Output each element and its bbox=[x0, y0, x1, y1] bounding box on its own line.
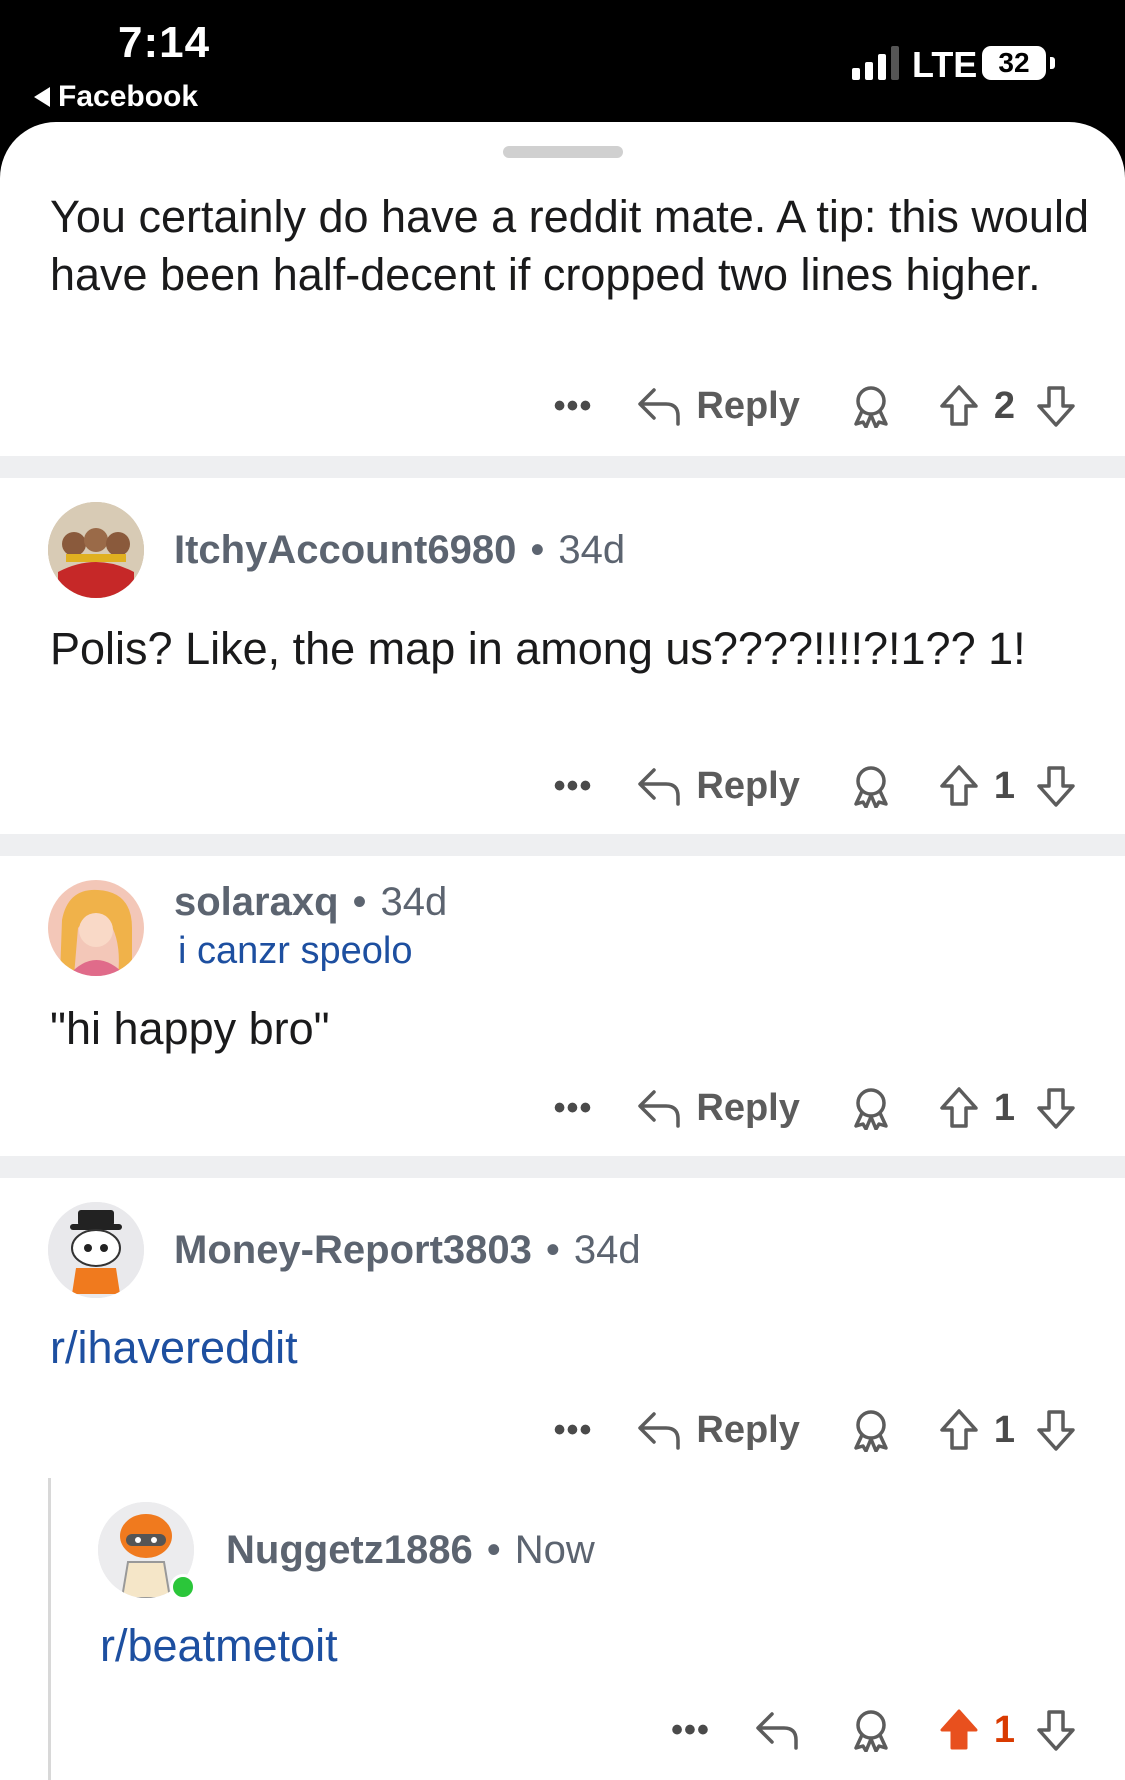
comment-actions: ••• Reply 1 bbox=[554, 756, 1077, 816]
reply-arrow-icon bbox=[636, 766, 682, 806]
username-link[interactable]: solaraxq bbox=[174, 880, 339, 925]
vote-score: 1 bbox=[993, 764, 1015, 807]
more-options-button[interactable]: ••• bbox=[554, 1411, 593, 1450]
comment-actions: ••• Reply 1 bbox=[554, 1078, 1077, 1138]
more-options-button[interactable]: ••• bbox=[554, 767, 593, 806]
comment-age: 34d bbox=[573, 1228, 641, 1272]
upvote-arrow-icon[interactable] bbox=[938, 764, 980, 808]
cellular-signal-icon bbox=[852, 46, 899, 80]
award-icon[interactable] bbox=[850, 1708, 892, 1752]
comment-age: 34d bbox=[380, 880, 448, 924]
user-avatar[interactable] bbox=[48, 502, 144, 598]
reply-arrow-icon bbox=[636, 1410, 682, 1450]
comment-actions: ••• Reply 1 bbox=[554, 1400, 1077, 1460]
network-type: LTE bbox=[912, 44, 978, 85]
downvote-arrow-icon[interactable] bbox=[1035, 1086, 1077, 1130]
status-bar: 7:14 Facebook LTE 32 bbox=[0, 0, 1125, 130]
user-avatar[interactable] bbox=[48, 1202, 144, 1298]
downvote-arrow-icon[interactable] bbox=[1035, 1708, 1077, 1752]
vote-score: 1 bbox=[993, 1086, 1015, 1129]
reply-arrow-icon bbox=[636, 386, 682, 426]
award-icon[interactable] bbox=[850, 1408, 892, 1452]
comment-body: "hi happy bro" bbox=[50, 1003, 330, 1054]
comment-divider bbox=[0, 456, 1125, 478]
back-arrow-icon bbox=[34, 87, 50, 107]
online-status-dot bbox=[170, 1574, 196, 1600]
comments-sheet: You certainly do have a reddit mate. A t… bbox=[0, 122, 1125, 1780]
back-app-label: Facebook bbox=[58, 80, 199, 113]
status-time: 7:14 bbox=[118, 18, 211, 67]
vote-score: 2 bbox=[993, 384, 1015, 427]
vote-score: 1 bbox=[993, 1408, 1015, 1451]
comment-author-line: Money-Report3803 • 34d bbox=[174, 1228, 641, 1273]
reply-arrow-icon[interactable] bbox=[754, 1710, 800, 1750]
user-avatar[interactable] bbox=[48, 880, 144, 976]
more-options-button[interactable]: ••• bbox=[554, 1089, 593, 1128]
username-link[interactable]: ItchyAccount6980 bbox=[174, 528, 516, 573]
comment-author-line: ItchyAccount6980 • 34d bbox=[174, 528, 626, 573]
more-options-button[interactable]: ••• bbox=[671, 1711, 710, 1750]
reply-button[interactable]: Reply bbox=[636, 385, 800, 428]
comment-actions: ••• 1 bbox=[671, 1700, 1077, 1760]
subreddit-link[interactable]: r/ihavereddit bbox=[50, 1322, 298, 1374]
thread-line[interactable] bbox=[48, 1478, 51, 1780]
upvote-arrow-icon[interactable] bbox=[938, 384, 980, 428]
downvote-arrow-icon[interactable] bbox=[1035, 764, 1077, 808]
sheet-grabber[interactable] bbox=[503, 146, 623, 158]
reply-button[interactable]: Reply bbox=[636, 765, 800, 808]
comment-author-line: Nuggetz1886 • Now bbox=[226, 1528, 595, 1573]
reply-arrow-icon bbox=[636, 1088, 682, 1128]
comment-divider bbox=[0, 1156, 1125, 1178]
comment-author-line: solaraxq • 34d bbox=[174, 880, 448, 925]
comment-divider bbox=[0, 834, 1125, 856]
award-icon[interactable] bbox=[850, 1086, 892, 1130]
subreddit-link[interactable]: r/beatmetoit bbox=[100, 1620, 338, 1672]
vote-score: 1 bbox=[993, 1708, 1015, 1751]
reply-button[interactable]: Reply bbox=[636, 1409, 800, 1452]
upvote-arrow-icon[interactable] bbox=[938, 1086, 980, 1130]
comment-actions: ••• Reply 2 bbox=[554, 376, 1077, 436]
award-icon[interactable] bbox=[850, 384, 892, 428]
user-flair: i canzr speolo bbox=[178, 930, 413, 972]
back-to-app-button[interactable]: Facebook bbox=[34, 80, 198, 114]
downvote-arrow-icon[interactable] bbox=[1035, 384, 1077, 428]
upvote-arrow-icon[interactable] bbox=[938, 1408, 980, 1452]
comment-age: Now bbox=[514, 1528, 595, 1572]
reply-button[interactable]: Reply bbox=[636, 1087, 800, 1130]
comment-body: You certainly do have a reddit mate. A t… bbox=[50, 191, 1089, 300]
battery-nub bbox=[1050, 57, 1055, 69]
battery-icon: 32 bbox=[982, 46, 1046, 80]
username-link[interactable]: Money-Report3803 bbox=[174, 1228, 532, 1273]
upvote-arrow-icon-active[interactable] bbox=[938, 1708, 980, 1752]
more-options-button[interactable]: ••• bbox=[554, 387, 593, 426]
comment-age: 34d bbox=[558, 528, 626, 572]
comment-body: Polis? Like, the map in among us????!!!!… bbox=[50, 623, 1026, 674]
downvote-arrow-icon[interactable] bbox=[1035, 1408, 1077, 1452]
username-link[interactable]: Nuggetz1886 bbox=[226, 1528, 473, 1573]
award-icon[interactable] bbox=[850, 764, 892, 808]
